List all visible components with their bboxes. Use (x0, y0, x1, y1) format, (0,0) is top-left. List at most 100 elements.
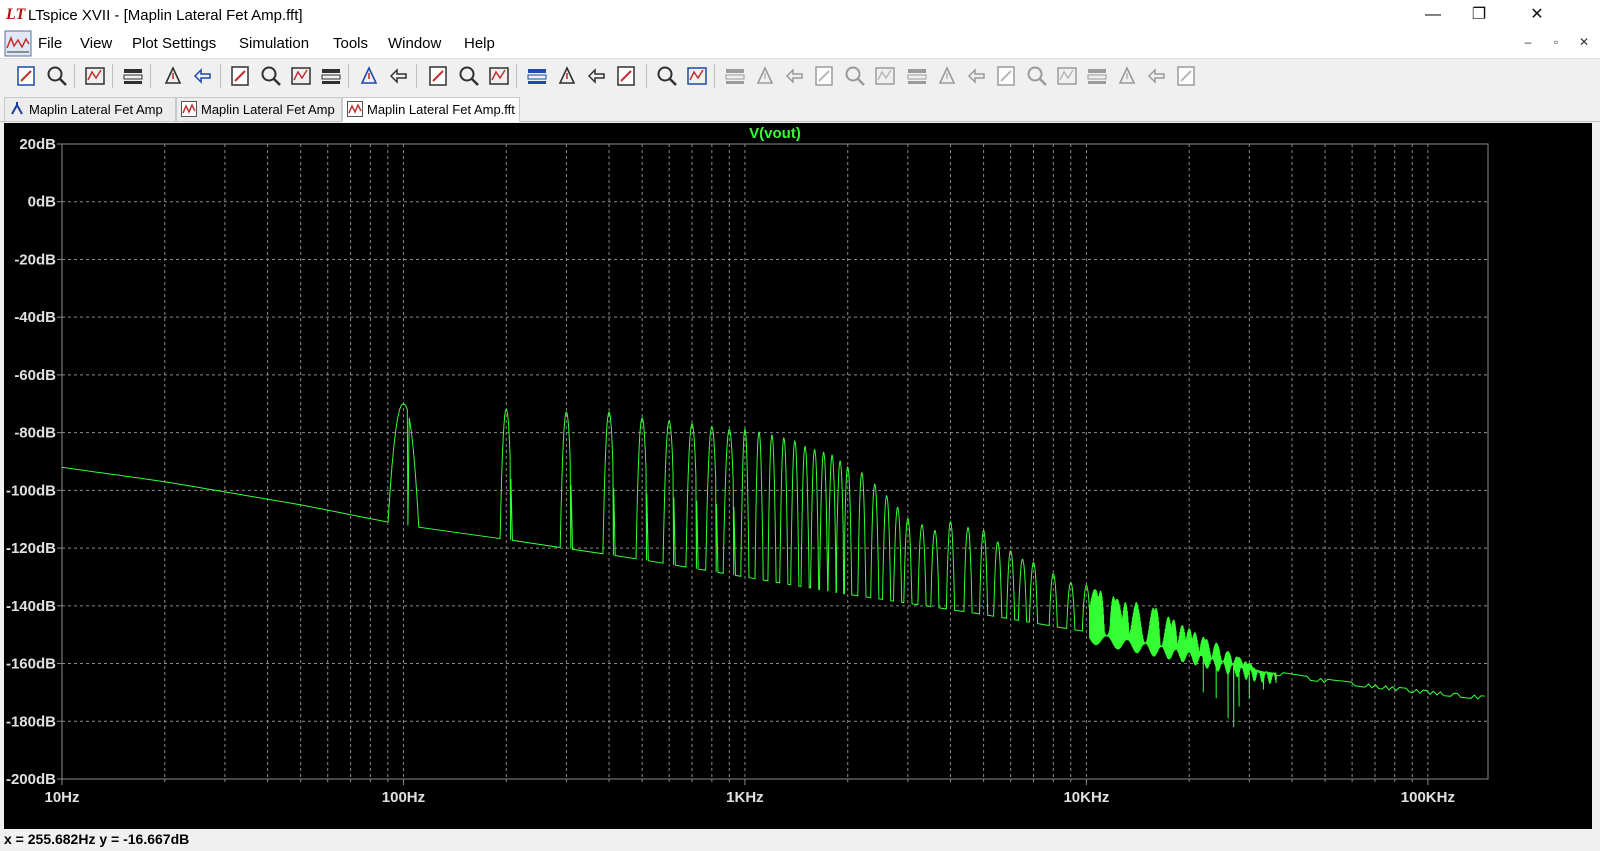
find-icon[interactable] (614, 63, 640, 89)
status-bar: x = 255.682Hz y = -16.667dB (0, 829, 1600, 851)
harmonic-peak (1215, 643, 1217, 645)
y-tick-label: 20dB (19, 136, 56, 153)
tile-vertical-icon[interactable] (486, 63, 512, 89)
tab-schematic[interactable]: Maplin Lateral Fet Amp (4, 97, 176, 122)
x-tick-label: 10Hz (44, 789, 79, 806)
harmonic-peak (847, 467, 849, 469)
redo-icon[interactable] (1054, 63, 1080, 89)
chart-title: V(vout) (749, 125, 801, 142)
minimize-button[interactable]: — (1410, 0, 1456, 30)
undo-icon[interactable] (1024, 63, 1050, 89)
document-waveform-icon[interactable] (4, 30, 32, 57)
harmonic-peak (608, 412, 610, 414)
menu-file[interactable]: File (38, 35, 62, 52)
cascade-icon[interactable] (456, 63, 482, 89)
y-tick-label: -180dB (6, 713, 56, 730)
harmonic-peak (1136, 602, 1138, 604)
text-icon[interactable] (1144, 63, 1170, 89)
menu-simulation[interactable]: Simulation (239, 35, 309, 52)
print-icon[interactable] (654, 63, 680, 89)
harmonic-peak (758, 432, 760, 434)
menu-help[interactable]: Help (464, 35, 495, 52)
harmonic-peak (1100, 591, 1102, 593)
save-icon[interactable] (82, 63, 108, 89)
harmonic-peak (1173, 620, 1175, 622)
harmonic-peak (921, 524, 923, 526)
spice-directive-icon[interactable] (1174, 63, 1200, 89)
trace-vout[interactable] (62, 404, 1485, 727)
autorange-icon[interactable] (356, 63, 382, 89)
control-panel-icon[interactable] (120, 63, 146, 89)
harmonic-peak (1113, 596, 1115, 598)
harmonic-peak (1249, 663, 1251, 665)
rotate-icon[interactable] (1084, 63, 1110, 89)
x-tick-label: 10KHz (1063, 789, 1109, 806)
zoom-cancel-icon[interactable] (318, 63, 344, 89)
harmonic-peak (1010, 550, 1012, 552)
harmonic-peak (861, 472, 863, 474)
print-setup-icon[interactable] (684, 63, 710, 89)
zoom-area-icon[interactable] (258, 63, 284, 89)
zoom-in-icon[interactable] (228, 63, 254, 89)
capacitor-icon[interactable] (842, 63, 868, 89)
tab-waveform[interactable]: Maplin Lateral Fet Amp (176, 97, 342, 122)
harmonic-peak (771, 435, 773, 437)
drag-icon[interactable] (994, 63, 1020, 89)
menu-tools[interactable]: Tools (333, 35, 368, 52)
fft-chart[interactable]: 20dB 0dB -20dB -40dB -60dB -80dB -100dB -120dB -… (4, 123, 1592, 829)
harmonic-peak (783, 438, 785, 440)
harmonic-peak (1258, 671, 1260, 673)
y-tick-label: -200dB (6, 771, 56, 788)
zoom-out-icon[interactable] (288, 63, 314, 89)
mirror-icon[interactable] (1114, 63, 1140, 89)
mdi-restore-button[interactable]: ▫ (1546, 35, 1566, 49)
fft-plot-pane[interactable]: 20dB 0dB -20dB -40dB -60dB -80dB -100dB -120dB -… (4, 123, 1592, 829)
toolbar-separator (646, 64, 647, 88)
harmonic-peak (641, 417, 643, 419)
tile-horizontal-icon[interactable] (426, 63, 452, 89)
toolbar-separator (112, 64, 113, 88)
title-bar: LT LTspice XVII - [Maplin Lateral Fet Am… (0, 0, 1600, 30)
harmonic-peak (804, 446, 806, 448)
cursor-icon[interactable] (386, 63, 412, 89)
y-tick-label: 0dB (28, 194, 57, 211)
component-icon[interactable] (934, 63, 960, 89)
menu-plot-settings[interactable]: Plot Settings (132, 35, 216, 52)
menu-view[interactable]: View (80, 35, 112, 52)
harmonic-peak (403, 403, 405, 405)
maximize-button[interactable]: ❐ (1456, 0, 1502, 30)
y-tick-label: -160dB (6, 656, 56, 673)
resistor-icon[interactable] (812, 63, 838, 89)
harmonic-peak (1022, 559, 1024, 561)
tab-fft[interactable]: Maplin Lateral Fet Amp.fft (342, 97, 520, 122)
move-icon[interactable] (964, 63, 990, 89)
harmonic-peak (814, 449, 816, 451)
wire-icon[interactable] (722, 63, 748, 89)
inductor-icon[interactable] (872, 63, 898, 89)
label-icon[interactable] (782, 63, 808, 89)
run-icon[interactable] (160, 63, 186, 89)
cut-icon[interactable] (524, 63, 550, 89)
new-schematic-icon[interactable] (14, 63, 40, 89)
diode-icon[interactable] (904, 63, 930, 89)
paste-icon[interactable] (584, 63, 610, 89)
harmonic-peak (907, 518, 909, 520)
harmonic-peak (794, 441, 796, 443)
mdi-close-button[interactable]: ✕ (1574, 35, 1594, 49)
copy-icon[interactable] (554, 63, 580, 89)
y-tick-label: -80dB (14, 425, 56, 442)
harmonic-peak (1033, 562, 1035, 564)
harmonic-peak (744, 429, 746, 431)
harmonic-peak (897, 507, 899, 509)
harmonic-peak (729, 429, 731, 431)
harmonic-peak (1227, 651, 1229, 653)
toolbar-separator (516, 64, 517, 88)
pan-hand-icon[interactable] (190, 63, 216, 89)
harmonic-peak (1053, 573, 1055, 575)
mdi-minimize-button[interactable]: – (1518, 35, 1538, 49)
close-button[interactable]: ✕ (1514, 0, 1560, 30)
harmonic-peak (1070, 582, 1072, 584)
ground-icon[interactable] (752, 63, 778, 89)
open-icon[interactable] (44, 63, 70, 89)
menu-window[interactable]: Window (388, 35, 441, 52)
